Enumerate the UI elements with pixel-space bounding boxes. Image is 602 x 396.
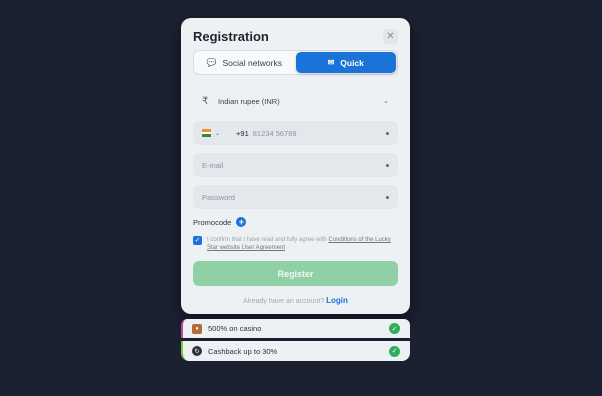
close-icon[interactable]: ✕ xyxy=(383,29,398,44)
phone-country-code: +91 xyxy=(236,128,249,138)
check-circle-icon: ✓ xyxy=(389,323,400,334)
cashback-icon: ↻ xyxy=(192,346,202,356)
email-field[interactable]: E-mail xyxy=(193,153,398,177)
agreement-row: ✓ I confirm that I have read and fully a… xyxy=(193,236,398,252)
bonus-casino: ♦ 500% on casino ✓ xyxy=(181,319,410,338)
promocode-label: Promocode xyxy=(193,217,232,227)
agreement-checkbox[interactable]: ✓ xyxy=(193,236,202,245)
bonus-cashback: ↻ Cashback up to 30% ✓ xyxy=(181,341,410,361)
login-prompt-text: Already have an account? xyxy=(243,298,325,305)
bonus-casino-label: 500% on casino xyxy=(208,324,262,333)
chevron-down-icon: ⌄ xyxy=(383,98,389,105)
required-dot xyxy=(386,131,389,135)
tab-social-networks[interactable]: 💬 Social networks xyxy=(194,51,295,74)
registration-modal: Registration ✕ 💬 Social networks ✉ Quick… xyxy=(181,18,410,314)
agreement-text: I confirm that I have read and fully agr… xyxy=(207,236,398,252)
agreement-statement: I confirm that I have read and fully agr… xyxy=(207,237,327,243)
currency-value: Indian rupee (INR) xyxy=(218,96,280,106)
registration-tabs: 💬 Social networks ✉ Quick xyxy=(193,50,398,75)
required-dot xyxy=(386,195,389,199)
chat-bubble-icon: 💬 xyxy=(206,58,217,67)
promocode-toggle[interactable]: Promocode + xyxy=(193,217,247,227)
modal-title: Registration xyxy=(193,29,269,44)
envelope-icon: ✉ xyxy=(327,58,335,67)
required-dot xyxy=(386,163,389,167)
phone-field[interactable]: ⌄ +91 81234 56789 xyxy=(193,121,398,145)
bonus-cashback-label: Cashback up to 30% xyxy=(208,346,278,356)
check-circle-icon: ✓ xyxy=(389,345,400,357)
phone-input[interactable]: 81234 56789 xyxy=(253,129,297,138)
login-link[interactable]: Login xyxy=(326,296,348,305)
plus-icon[interactable]: + xyxy=(236,217,247,227)
chevron-down-icon[interactable]: ⌄ xyxy=(215,130,220,137)
register-button[interactable]: Register xyxy=(193,261,398,286)
login-prompt: Already have an account? Login xyxy=(181,296,410,305)
india-flag-icon[interactable] xyxy=(202,129,211,138)
tab-social-networks-label: Social networks xyxy=(222,57,282,68)
password-input[interactable]: Password xyxy=(202,193,235,202)
currency-select[interactable]: ₹ Indian rupee (INR) ⌄ xyxy=(193,89,398,113)
rupee-icon: ₹ xyxy=(202,95,209,107)
casino-icon: ♦ xyxy=(192,323,202,334)
tab-quick-label: Quick xyxy=(340,57,364,68)
tab-quick[interactable]: ✉ Quick xyxy=(295,52,396,73)
email-input[interactable]: E-mail xyxy=(202,161,223,170)
password-field[interactable]: Password xyxy=(193,185,398,209)
